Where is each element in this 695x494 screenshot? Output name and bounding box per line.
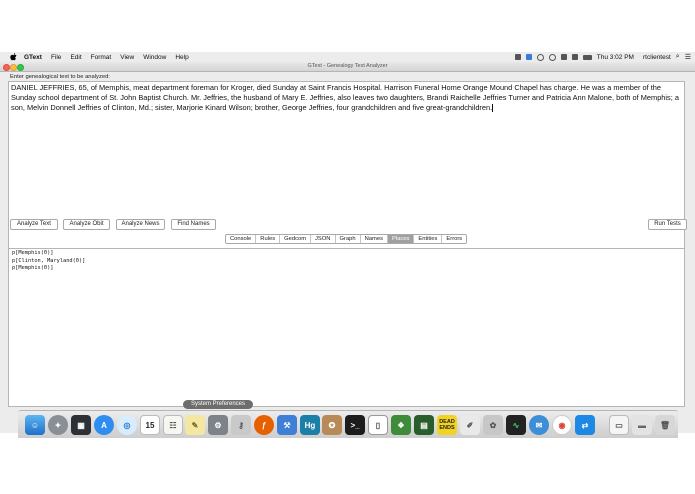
tab-console[interactable]: Console bbox=[226, 235, 257, 243]
preview-icon[interactable]: ✐ bbox=[460, 415, 480, 435]
trash-icon[interactable]: 🗑 bbox=[655, 415, 675, 435]
menu-format[interactable]: Format bbox=[91, 54, 112, 61]
activity-monitor-icon[interactable]: ∿ bbox=[506, 415, 526, 435]
tab-places[interactable]: Places bbox=[388, 235, 415, 243]
find-names-button[interactable]: Find Names bbox=[171, 219, 216, 230]
tab-json[interactable]: JSON bbox=[311, 235, 336, 243]
tab-errors[interactable]: Errors bbox=[442, 235, 466, 243]
firefox-icon[interactable]: ƒ bbox=[254, 415, 274, 435]
menu-file[interactable]: File bbox=[51, 54, 61, 61]
search-icon[interactable]: ⌕ bbox=[676, 53, 680, 61]
documents-stack-icon[interactable]: ▭ bbox=[609, 415, 629, 435]
zoom-window-button[interactable] bbox=[17, 64, 24, 71]
user-name[interactable]: rtclientest bbox=[643, 54, 671, 61]
app-window: GText - Genealogy Text Analyzer Enter ge… bbox=[0, 62, 695, 433]
teamviewer-icon[interactable]: ⇄ bbox=[575, 415, 595, 435]
tab-gedcom[interactable]: Gedcom bbox=[280, 235, 312, 243]
menu-help[interactable]: Help bbox=[175, 54, 188, 61]
dropbox-icon[interactable] bbox=[525, 54, 532, 60]
tab-graph[interactable]: Graph bbox=[336, 235, 361, 243]
photo-app-icon[interactable]: ✿ bbox=[483, 415, 503, 435]
launchpad-icon[interactable]: ✦ bbox=[48, 415, 68, 435]
mail-app-icon[interactable]: ✉ bbox=[529, 415, 549, 435]
input-prompt-label: Enter genealogical text to be analyzed: bbox=[10, 74, 110, 80]
chrome-icon[interactable]: ◉ bbox=[552, 415, 572, 435]
run-tests-button[interactable]: Run Tests bbox=[648, 219, 687, 230]
places-output-area[interactable]: p[Memphis(0)] p[Clinton, Maryland(0)] p[… bbox=[8, 248, 685, 407]
keychain-icon[interactable]: ⚷ bbox=[231, 415, 251, 435]
text-caret bbox=[492, 104, 494, 113]
menu-edit[interactable]: Edit bbox=[70, 54, 81, 61]
mercurial-icon[interactable]: Hg bbox=[300, 415, 320, 435]
safari-icon[interactable]: ◎ bbox=[117, 415, 137, 435]
finder-icon[interactable]: ☺ bbox=[25, 415, 45, 435]
tab-names[interactable]: Names bbox=[361, 235, 388, 243]
terminal-icon[interactable]: >_ bbox=[345, 415, 365, 435]
dock-tooltip: System Preferences bbox=[183, 400, 253, 409]
dead-ends-icon[interactable]: DEAD ENDS bbox=[437, 415, 457, 435]
tab-entities[interactable]: Entities bbox=[414, 235, 443, 243]
output-line: p[Memphis(0)] bbox=[12, 265, 54, 271]
reminders-icon[interactable]: ☷ bbox=[163, 415, 183, 435]
notification-center-icon[interactable]: ☰ bbox=[685, 53, 691, 61]
analyze-text-button[interactable]: Analyze Text bbox=[10, 219, 58, 230]
wifi-icon[interactable] bbox=[560, 54, 567, 60]
output-line: p[Memphis(0)] bbox=[12, 250, 54, 256]
mission-control-icon[interactable]: ▦ bbox=[71, 415, 91, 435]
apple-menu-icon[interactable] bbox=[10, 53, 18, 61]
status-area: Thu 3:02 PM rtclientest ⌕ ☰ bbox=[514, 52, 691, 62]
downloads-stack-icon[interactable]: ▬ bbox=[632, 415, 652, 435]
analyze-news-button[interactable]: Analyze News bbox=[116, 219, 165, 230]
system-preferences-icon[interactable]: ⚙ bbox=[208, 415, 228, 435]
minimize-window-button[interactable] bbox=[10, 64, 17, 71]
tab-rules[interactable]: Rules bbox=[256, 235, 281, 243]
output-tab-bar: Console Rules Gedcom JSON Graph Names Pl… bbox=[225, 234, 468, 244]
calendar-icon[interactable]: 15 bbox=[140, 415, 160, 435]
app-store-icon[interactable]: A bbox=[94, 415, 114, 435]
menu-app-name[interactable]: GText bbox=[24, 54, 42, 61]
textedit-icon[interactable]: ▯ bbox=[368, 415, 388, 435]
archive-utility-icon[interactable]: ✪ bbox=[322, 415, 342, 435]
status-app-icon[interactable] bbox=[514, 54, 521, 60]
calendar-day: 15 bbox=[145, 420, 155, 430]
menu-window[interactable]: Window bbox=[143, 54, 166, 61]
hg-label: Hg bbox=[304, 420, 316, 430]
clock[interactable]: Thu 3:02 PM bbox=[597, 54, 634, 61]
menu-view[interactable]: View bbox=[120, 54, 134, 61]
window-titlebar[interactable]: GText - Genealogy Text Analyzer bbox=[0, 62, 695, 72]
analyze-obit-button[interactable]: Analyze Obit bbox=[63, 219, 110, 230]
notes-icon[interactable]: ✎ bbox=[185, 415, 205, 435]
close-window-button[interactable] bbox=[3, 64, 10, 71]
notification-badge bbox=[110, 415, 114, 419]
genealogy-text-content: DANIEL JEFFRIES, 65, of Memphis, meat de… bbox=[11, 83, 679, 112]
dead-ends-label: DEAD ENDS bbox=[439, 419, 455, 431]
window-title: GText - Genealogy Text Analyzer bbox=[307, 63, 388, 69]
utility-app-icon[interactable]: ❖ bbox=[391, 415, 411, 435]
film-app-icon[interactable]: ▤ bbox=[414, 415, 434, 435]
battery-icon[interactable] bbox=[582, 54, 592, 60]
output-line: p[Clinton, Maryland(0)] bbox=[12, 257, 86, 264]
xcode-icon[interactable]: ⚒ bbox=[277, 415, 297, 435]
bluetooth-icon[interactable] bbox=[548, 53, 556, 61]
time-machine-icon[interactable] bbox=[536, 53, 544, 61]
volume-icon[interactable] bbox=[571, 54, 578, 60]
